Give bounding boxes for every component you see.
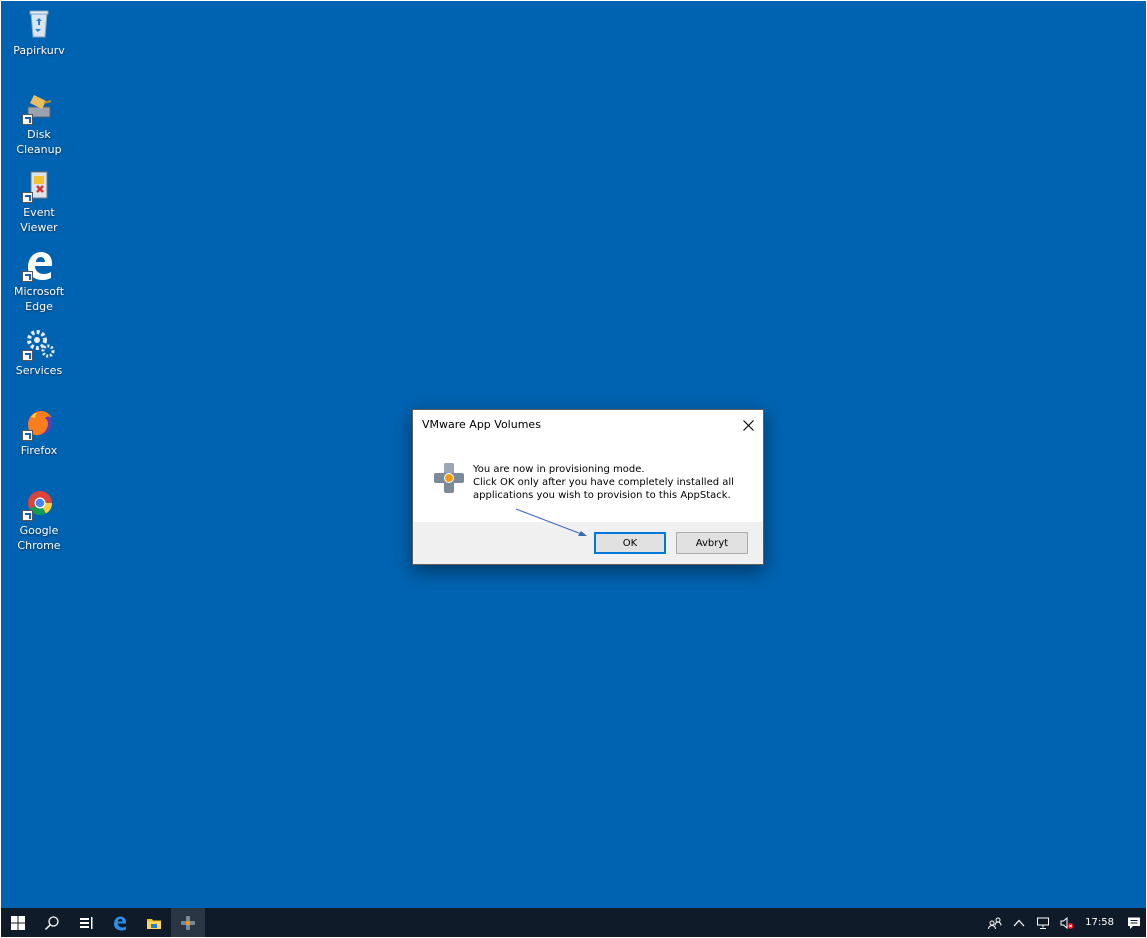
dialog-titlebar[interactable]: VMware App Volumes	[413, 410, 763, 441]
chevron-up-icon	[1013, 919, 1025, 926]
desktop-icon-label: Firefox	[20, 444, 58, 457]
start-button[interactable]	[1, 908, 35, 937]
desktop-icon-disk-cleanup[interactable]: Disk Cleanup	[1, 91, 77, 157]
show-hidden-icons-button[interactable]	[1007, 908, 1031, 937]
dialog-title: VMware App Volumes	[422, 418, 541, 431]
message-line: You are now in provisioning mode.	[473, 464, 645, 475]
desktop-icon-label: Event Viewer	[20, 206, 58, 234]
start-icon	[11, 915, 25, 930]
desktop-icon-label: Microsoft Edge	[13, 285, 65, 313]
people-button[interactable]	[983, 908, 1007, 937]
search-button[interactable]	[35, 908, 69, 937]
task-view-icon	[80, 916, 93, 929]
taskbar-edge-button[interactable]	[103, 908, 137, 937]
network-button[interactable]	[1031, 908, 1055, 937]
desktop-icon-label: Disk Cleanup	[16, 128, 62, 156]
disk-cleanup-icon	[22, 91, 56, 125]
app-volumes-dialog: VMware App Volumes You are now in provis…	[412, 409, 764, 565]
clock[interactable]: 17:58	[1079, 908, 1122, 937]
desktop-icon-services[interactable]: Services	[1, 327, 77, 378]
search-icon	[44, 915, 59, 930]
dialog-message: You are now in provisioning mode. Click …	[473, 463, 734, 502]
edge-icon	[22, 248, 56, 282]
cancel-button[interactable]: Avbryt	[676, 532, 748, 554]
volume-button[interactable]	[1055, 908, 1079, 937]
desktop-icon-chrome[interactable]: Google Chrome	[1, 487, 77, 553]
app-volumes-icon	[434, 463, 464, 493]
chrome-icon	[22, 487, 56, 521]
desktop-icon-firefox[interactable]: Firefox	[1, 407, 77, 458]
dialog-footer: OK Avbryt	[413, 522, 763, 564]
people-icon	[988, 917, 1002, 929]
desktop-icon-event-viewer[interactable]: Event Viewer	[1, 169, 77, 235]
firefox-icon	[22, 407, 56, 441]
action-center-button[interactable]	[1122, 908, 1146, 937]
event-viewer-icon	[22, 169, 56, 203]
taskbar-file-explorer-button[interactable]	[137, 908, 171, 937]
desktop-icon-recycle-bin[interactable]: Papirkurv	[1, 7, 77, 58]
desktop-icon-label: Services	[15, 364, 63, 377]
app-volumes-icon	[181, 915, 195, 930]
ok-button[interactable]: OK	[594, 532, 666, 554]
desktop-icon-label: Papirkurv	[13, 44, 65, 57]
task-view-button[interactable]	[69, 908, 103, 937]
desktop-icon-label: Google Chrome	[17, 524, 61, 552]
message-line: Click OK only after you have completely …	[473, 477, 734, 488]
volume-muted-icon	[1060, 916, 1074, 929]
close-button[interactable]	[733, 410, 763, 440]
taskbar-app-volumes-button[interactable]	[171, 908, 205, 937]
dialog-body: You are now in provisioning mode. Click …	[413, 441, 763, 521]
edge-icon	[114, 916, 126, 930]
file-explorer-icon	[147, 918, 161, 929]
desktop-icon-edge[interactable]: Microsoft Edge	[1, 248, 77, 314]
message-line: applications you wish to provision to th…	[473, 490, 731, 501]
taskbar: 17:58	[1, 908, 1146, 937]
close-icon	[742, 419, 754, 431]
system-tray: 17:58	[983, 908, 1146, 937]
recycle-bin-icon	[22, 7, 56, 41]
network-icon	[1037, 917, 1050, 929]
notification-icon	[1128, 917, 1140, 929]
services-gears-icon	[22, 327, 56, 361]
